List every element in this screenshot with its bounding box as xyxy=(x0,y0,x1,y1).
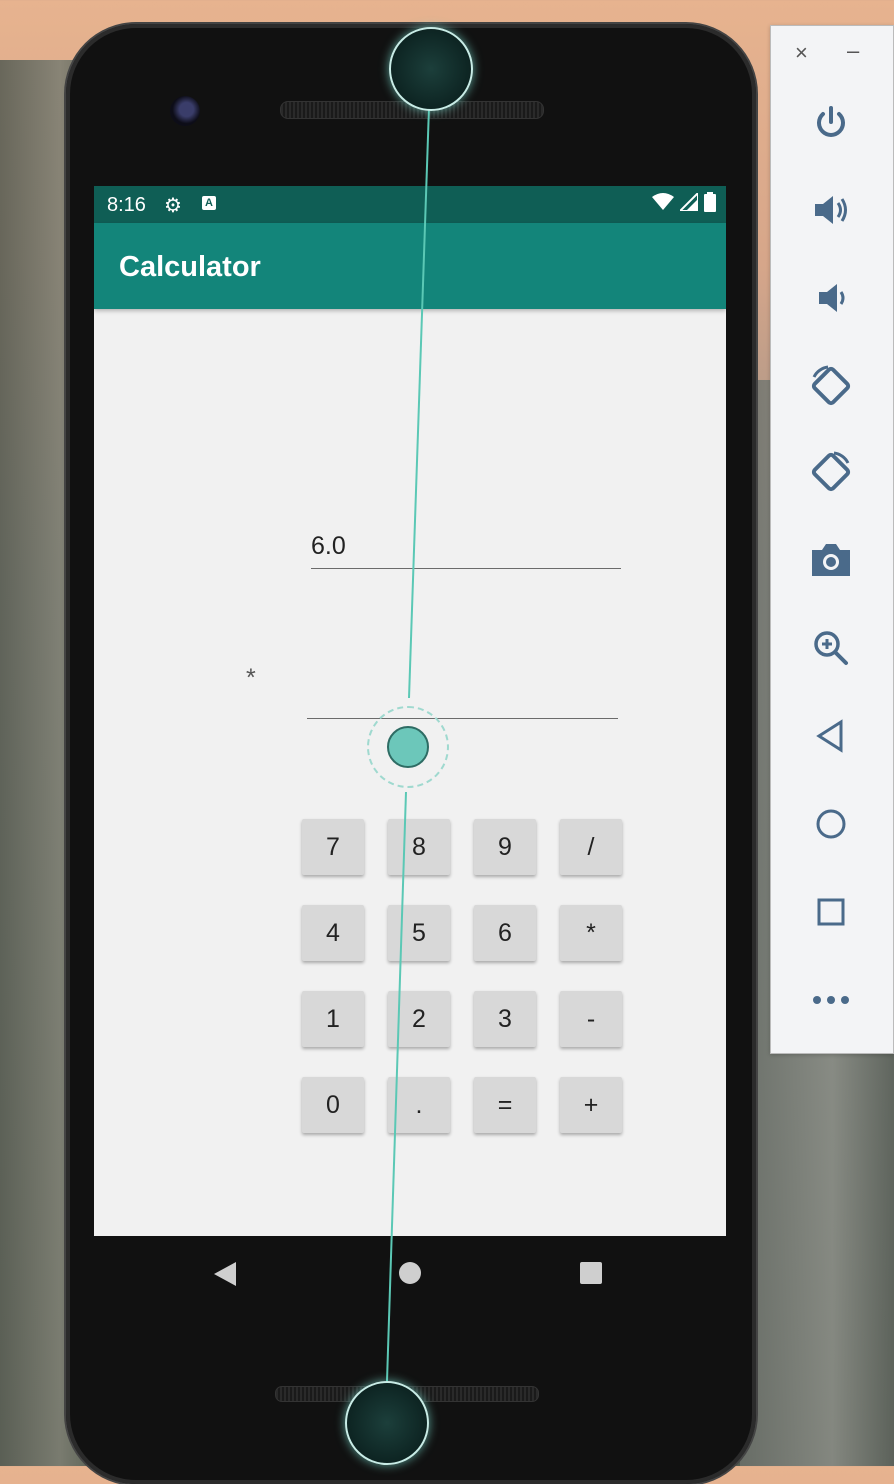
touch-end-indicator xyxy=(345,1381,429,1465)
touch-point-indicator xyxy=(387,726,429,768)
power-icon[interactable] xyxy=(805,96,857,148)
overview-icon[interactable] xyxy=(805,886,857,938)
swipe-trace-line xyxy=(386,106,430,1382)
volume-up-icon[interactable] xyxy=(805,184,857,236)
close-icon[interactable]: × xyxy=(795,40,808,66)
zoom-icon[interactable] xyxy=(805,622,857,674)
touch-start-indicator xyxy=(389,27,473,111)
minimize-icon[interactable]: – xyxy=(847,38,859,64)
emulator-side-panel: × – xyxy=(770,25,894,1054)
rotate-left-icon[interactable] xyxy=(805,360,857,412)
more-icon[interactable] xyxy=(805,974,857,1026)
home-icon[interactable] xyxy=(805,798,857,850)
back-icon[interactable] xyxy=(805,710,857,762)
camera-icon[interactable] xyxy=(805,534,857,586)
rotate-right-icon[interactable] xyxy=(805,446,857,498)
volume-down-icon[interactable] xyxy=(805,272,857,324)
